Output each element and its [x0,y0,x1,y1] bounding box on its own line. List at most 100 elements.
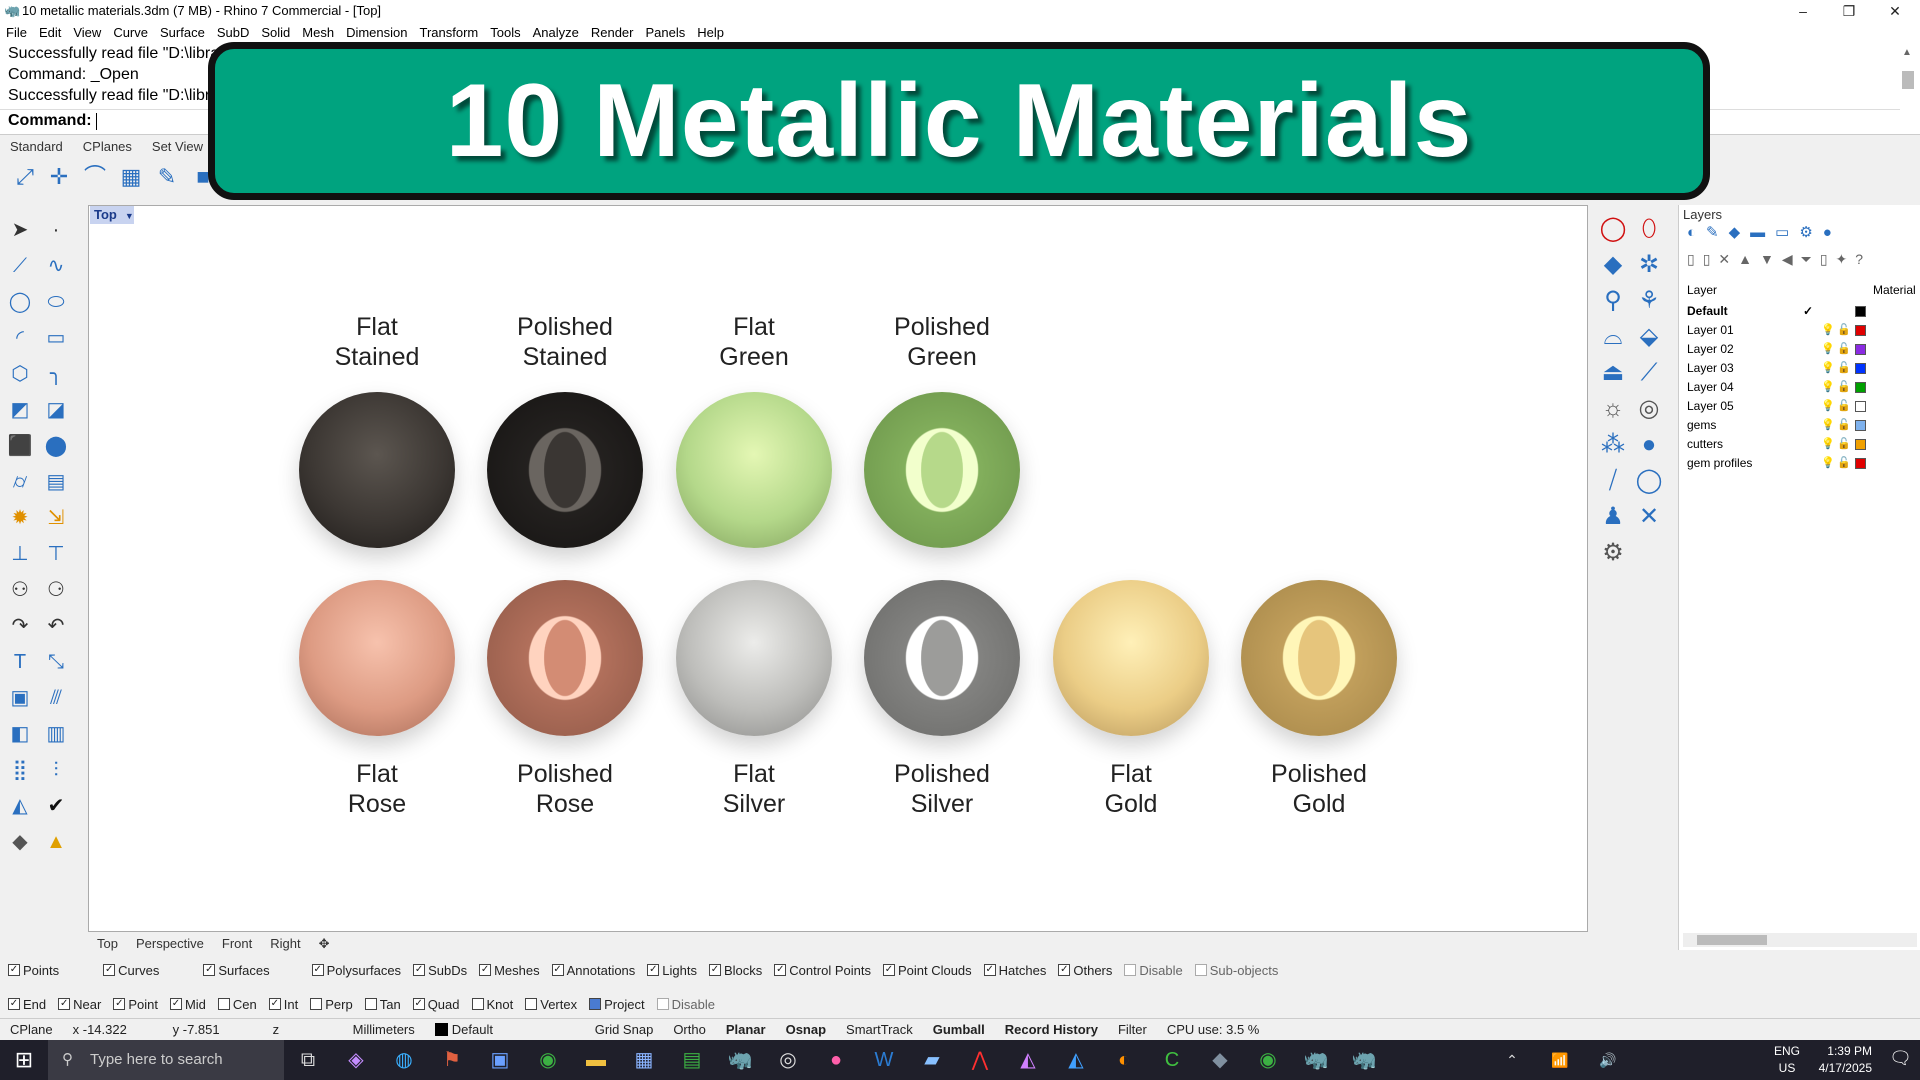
layer-row[interactable]: cutters 💡 🔓 [1679,435,1920,454]
menu-surface[interactable]: Surface [154,22,211,43]
bezel-icon[interactable]: ⌓ [1598,322,1628,352]
osnap-vertex[interactable]: Vertex [525,997,577,1012]
filter-surfaces[interactable]: ✓ Surfaces [203,963,270,978]
drafting-icon[interactable]: ◆ [6,828,34,856]
maximize-button[interactable]: ❐ [1826,0,1872,22]
tab-standard[interactable]: Standard [0,137,73,157]
gumball-icon[interactable]: ✛ [44,162,74,192]
tab-set-view[interactable]: Set View [142,137,213,157]
array-icon[interactable]: ▦ [116,162,146,192]
layer-column-header[interactable]: Layer [1687,283,1717,297]
gumball-toggle[interactable]: Gumball [923,1022,995,1037]
cutter-icon[interactable]: ⬙ [1634,322,1664,352]
menu-transform[interactable]: Transform [413,22,484,43]
light-icon[interactable]: ▲ [42,828,70,856]
ortho-toggle[interactable]: Ortho [663,1022,716,1037]
layer-row[interactable]: gems 💡 🔓 [1679,416,1920,435]
fillet-icon[interactable]: ╮ [42,360,70,388]
osnap-near[interactable]: ✓ Near [58,997,101,1012]
sphere-flat-green[interactable] [676,392,832,548]
menu-dimension[interactable]: Dimension [340,22,413,43]
surface-icon[interactable]: ◩ [6,396,34,424]
sphere-polished-green[interactable] [864,392,1020,548]
file-explorer-icon[interactable]: ▬ [572,1040,620,1080]
chrome-profile-icon[interactable]: ◉ [1244,1040,1292,1080]
menu-analyze[interactable]: Analyze [527,22,585,43]
head-icon[interactable]: ⏏ [1598,358,1628,388]
cylinder-icon[interactable]: ⌭ [6,468,34,496]
ellipse-icon[interactable]: ⬭ [42,288,70,316]
current-layer[interactable]: Default [425,1022,585,1037]
filter-point-clouds[interactable]: ✓ Point Clouds [882,963,972,978]
menu-subd[interactable]: SubD [211,22,256,43]
menu-render[interactable]: Render [585,22,640,43]
filter-curves[interactable]: ✓ Curves [103,963,159,978]
app-diamond-icon[interactable]: ◆ [1196,1040,1244,1080]
hatch-icon[interactable]: ▥ [42,720,70,748]
photo-icon[interactable]: ◭ [1052,1040,1100,1080]
render-box-icon[interactable]: ◧ [6,720,34,748]
blend-icon[interactable]: ↶ [42,612,70,640]
spreadsheet-icon[interactable]: ▤ [668,1040,716,1080]
taskbar-search[interactable]: ⚲ Type here to search [48,1040,284,1080]
tray-chevron-icon[interactable]: ⌃ [1488,1040,1536,1080]
scale-icon[interactable]: ⇲ [42,504,70,532]
freeform-curve-icon[interactable]: ∿ [42,252,70,280]
cplane-label[interactable]: CPlane [0,1022,63,1037]
osnap-toggle[interactable]: Osnap [776,1022,836,1037]
menu-help[interactable]: Help [691,22,730,43]
prong-icon[interactable]: ⚲ [1598,286,1628,316]
network-icon[interactable]: 📶 [1536,1040,1584,1080]
camtasia-icon[interactable]: C [1148,1040,1196,1080]
point-icon[interactable]: · [42,216,70,244]
menu-panels[interactable]: Panels [639,22,691,43]
layer-row[interactable]: Layer 02 💡 🔓 [1679,340,1920,359]
app-icon[interactable]: ⚑ [428,1040,476,1080]
gem-settings-icon[interactable]: ✲ [1634,250,1664,280]
sphere-polished-rose[interactable] [487,580,643,736]
circle-red-icon[interactable]: ◯ [1598,214,1628,244]
filter-disable[interactable]: Disable [1124,963,1183,978]
layer-row[interactable]: Layer 04 💡 🔓 [1679,378,1920,397]
sphere-flat-gold[interactable] [1053,580,1209,736]
osnap-int[interactable]: ✓ Int [268,997,298,1012]
sphere-flat-rose[interactable] [299,580,455,736]
scrollbar-thumb[interactable] [1902,71,1914,89]
extend-icon[interactable]: ⊥ [6,540,34,568]
ruler-icon[interactable]: ⟋ [1634,358,1664,388]
filter-polysurfaces[interactable]: ✓ Polysurfaces [311,963,401,978]
distribute-icon[interactable]: ⫶ [42,756,70,784]
dimension-icon[interactable]: ⤡ [42,648,70,676]
menu-file[interactable]: File [0,22,33,43]
sphere-polished-silver[interactable] [864,580,1020,736]
sphere-icon[interactable]: ● [1634,430,1664,460]
material-column-header[interactable]: Material [1873,283,1916,297]
scrollbar-thumb[interactable] [1697,935,1767,945]
add-viewport-icon[interactable]: ✥ [310,933,339,955]
layer-row[interactable]: Layer 05 💡 🔓 [1679,397,1920,416]
arc-icon[interactable]: ◜ [6,324,34,352]
sun-icon[interactable]: ☼ [1598,394,1628,424]
layer-row[interactable]: Default ✓ [1679,302,1920,321]
sphere-polished-stained[interactable] [487,392,643,548]
menu-tools[interactable]: Tools [484,22,526,43]
circle-icon[interactable]: ◯ [6,288,34,316]
osnap-quad[interactable]: ✓ Quad [412,997,460,1012]
select-arrow-icon[interactable]: ➤ [6,216,34,244]
minimize-button[interactable]: – [1780,0,1826,22]
sphere-flat-stained[interactable] [299,392,455,548]
viewport-title[interactable]: Top ▼ [90,206,134,224]
new-file-icon[interactable]: ⤢ [10,162,40,192]
filter-points[interactable]: ✓ Points [8,963,59,978]
filter-annotations[interactable]: ✓ Annotations [551,963,635,978]
notes-icon[interactable]: ▰ [908,1040,956,1080]
menu-view[interactable]: View [67,22,107,43]
taskbar-clock[interactable]: 1:39 PM 4/17/2025 [1819,1043,1872,1077]
close-button[interactable]: ✕ [1872,0,1918,22]
curve-tools-icon[interactable]: ↷ [6,612,34,640]
designer-icon[interactable]: ◭ [1004,1040,1052,1080]
record-history-toggle[interactable]: Record History [995,1022,1108,1037]
osnap-project[interactable]: Project [589,997,645,1012]
filter-toggle[interactable]: Filter [1108,1022,1157,1037]
layer-row[interactable]: Layer 01 💡 🔓 [1679,321,1920,340]
